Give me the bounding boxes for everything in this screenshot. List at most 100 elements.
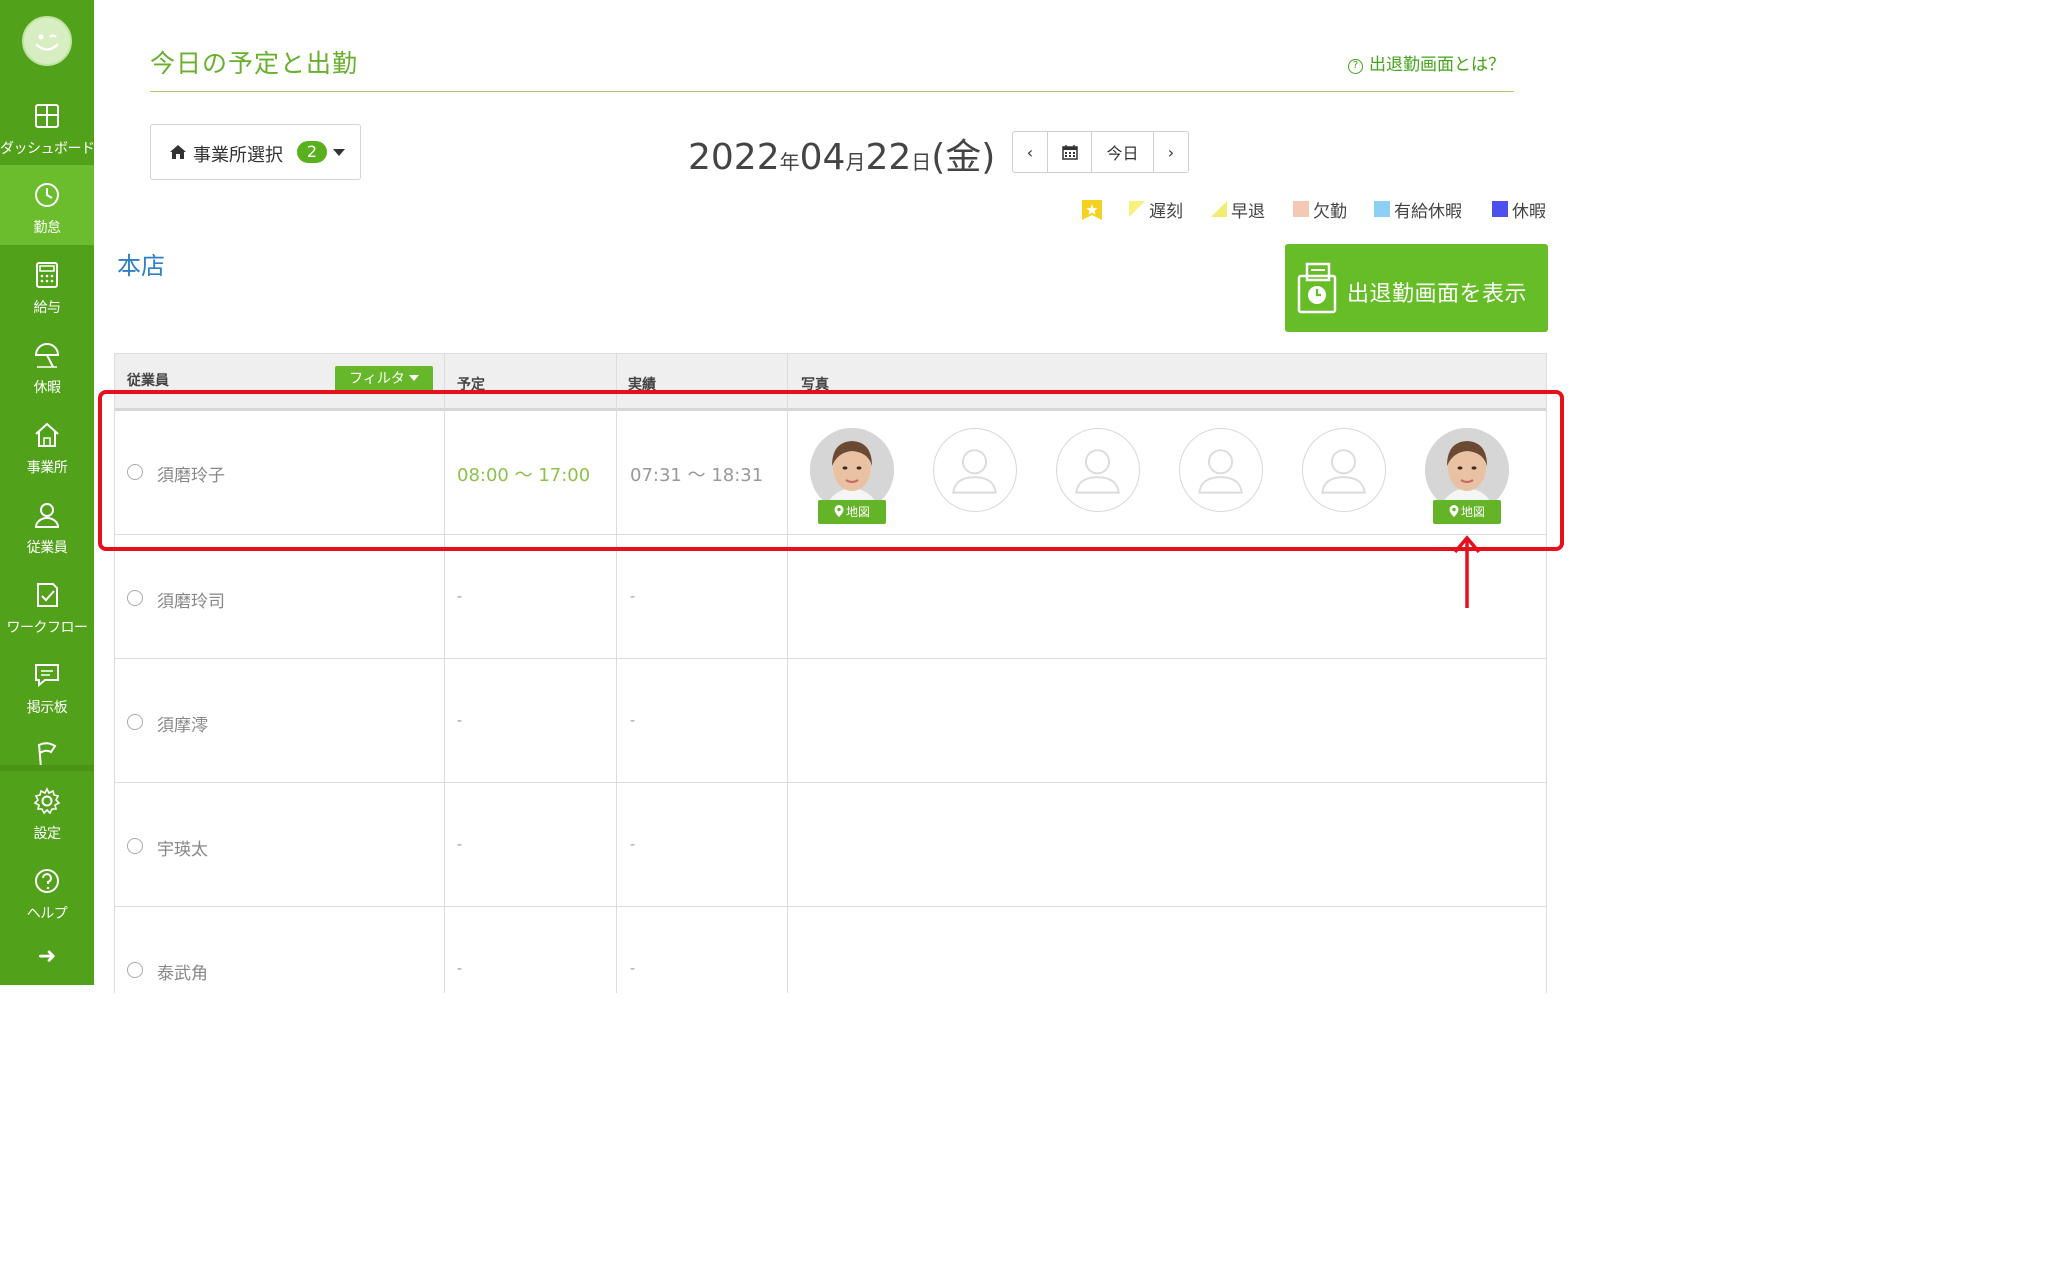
show-attendance-screen-button[interactable]: 出退勤画面を表示 [1285,244,1548,332]
sidebar-item-label: ワークフロー [6,620,89,636]
sidebar-item-label: 設定 [33,826,62,842]
legend-paid-leave-label: 有給休暇 [1394,202,1462,222]
sidebar-item-flag[interactable] [0,725,94,769]
office-name-link[interactable]: 本店 [117,246,165,281]
late-swatch [1129,201,1145,217]
dashboard-icon [35,104,59,128]
sidebar-item-bulletin[interactable]: 掲示板 [0,645,94,725]
date-day: 22 [865,137,912,178]
help-link-label: 出退勤画面とは？ [1369,55,1505,75]
sidebar-item-employees[interactable]: 従業員 [0,485,94,565]
planned-hours: - [457,837,463,853]
sidebar-item-label: 事業所 [26,460,68,476]
column-header-employee: 従業員 [127,373,169,389]
table-row[interactable]: 泰武角 - - [115,907,1546,993]
legend-early-leave-label: 早退 [1231,202,1265,222]
planned-hours: - [457,961,463,977]
star-flag-icon [1082,200,1102,220]
early-leave-swatch [1211,201,1227,217]
date-year-unit: 年 [779,150,800,174]
row-select-radio[interactable] [127,962,143,978]
sidebar-item-help[interactable]: ヘルプ [0,851,94,931]
arrow-right-icon[interactable]: ➜ [0,944,94,969]
employee-name: 須磨玲司 [157,592,225,612]
next-day-button[interactable]: › [1154,132,1188,172]
legend-item-late: 遅刻 [1129,197,1189,222]
timecard-clock-icon [1297,262,1337,314]
legend-holiday-label: 休暇 [1512,202,1546,222]
clock-icon [35,183,59,207]
title-divider [150,91,1514,92]
caret-down-icon [408,375,419,381]
sidebar-item-label: 勤怠 [33,220,62,236]
question-circle-icon: ? [1348,59,1363,74]
employee-name: 宇瑛太 [157,840,208,860]
calendar-button[interactable] [1048,132,1092,172]
prev-day-button[interactable]: ‹ [1013,132,1048,172]
office-count-badge: 2 [297,141,327,163]
legend-absence-label: 欠勤 [1313,202,1347,222]
planned-hours: - [457,589,463,605]
sidebar-item-workflow[interactable]: ワークフロー [0,565,94,645]
legend-item-early-leave: 早退 [1211,197,1271,222]
calculator-icon [36,262,58,288]
sidebar-item-label: ダッシュボード [0,141,95,157]
actual-hours: - [630,589,636,605]
date-month: 04 [799,137,846,178]
chevron-down-icon [333,149,345,156]
legend-item-holiday: 休暇 [1492,197,1552,222]
beach-umbrella-icon [34,343,60,368]
legend-item-absence: 欠勤 [1293,197,1353,222]
legend-item-star [1081,197,1107,220]
row-select-radio[interactable] [127,590,143,606]
date-navigation: ‹ 今日 › [1012,131,1189,173]
actual-hours: - [630,961,636,977]
sidebar-item-label: 休暇 [33,380,62,396]
filter-button[interactable]: フィルタ [335,366,433,392]
date-year: 2022 [688,137,780,178]
home-icon [35,422,59,447]
planned-hours: - [457,713,463,729]
sidebar-item-leave[interactable]: 休暇 [0,325,94,405]
actual-hours: - [630,713,636,729]
table-row[interactable]: 宇瑛太 - - [115,783,1546,906]
employee-name: 須摩澪 [157,716,208,736]
checklist-icon [37,583,58,607]
smiley-logo-icon[interactable] [22,16,72,66]
gear-icon [33,787,61,815]
date-month-unit: 月 [845,150,866,174]
sidebar-item-label: 給与 [33,300,62,316]
today-button[interactable]: 今日 [1092,132,1154,172]
employee-name: 泰武角 [157,964,208,984]
absence-swatch [1293,201,1309,217]
table-row[interactable]: 須摩澪 - - [115,659,1546,782]
highlight-box [98,390,1564,551]
message-icon [35,664,59,688]
table-row[interactable]: 須磨玲司 - - [115,535,1546,658]
sidebar-item-attendance[interactable]: 勤怠 [0,165,94,245]
date-day-unit: 日 [911,150,932,174]
office-select-dropdown[interactable]: 事業所選択 2 [150,124,361,180]
sidebar-item-label: ヘルプ [26,906,68,922]
sidebar-item-dashboard[interactable]: ダッシュボード [0,86,95,166]
sidebar-item-settings[interactable]: 設定 [0,771,94,851]
help-link[interactable]: ? 出退勤画面とは？ [1348,50,1505,75]
red-arrow-up-icon [1453,535,1481,608]
legend-item-paid-leave: 有給休暇 [1374,197,1474,222]
sidebar-item-payroll[interactable]: 給与 [0,245,94,325]
page-title: 今日の予定と出勤 [150,49,359,78]
show-attendance-screen-label: 出退勤画面を表示 [1347,282,1528,307]
date-display: 2022年04月22日(金) [688,128,995,180]
home-icon [170,145,186,159]
person-icon [34,503,60,528]
holiday-swatch [1492,201,1508,217]
sidebar-item-office[interactable]: 事業所 [0,405,94,485]
row-select-radio[interactable] [127,838,143,854]
sidebar-item-label: 掲示板 [26,700,68,716]
filter-button-label: フィルタ [349,371,405,387]
help-icon [35,869,59,893]
sidebar-item-label: 従業員 [26,540,68,556]
sidebar: ダッシュボード 勤怠 給与 休暇 事業所 従業員 ワークフロー 掲示板 設定 ヘ… [0,0,95,985]
paid-leave-swatch [1374,201,1390,217]
row-select-radio[interactable] [127,714,143,730]
